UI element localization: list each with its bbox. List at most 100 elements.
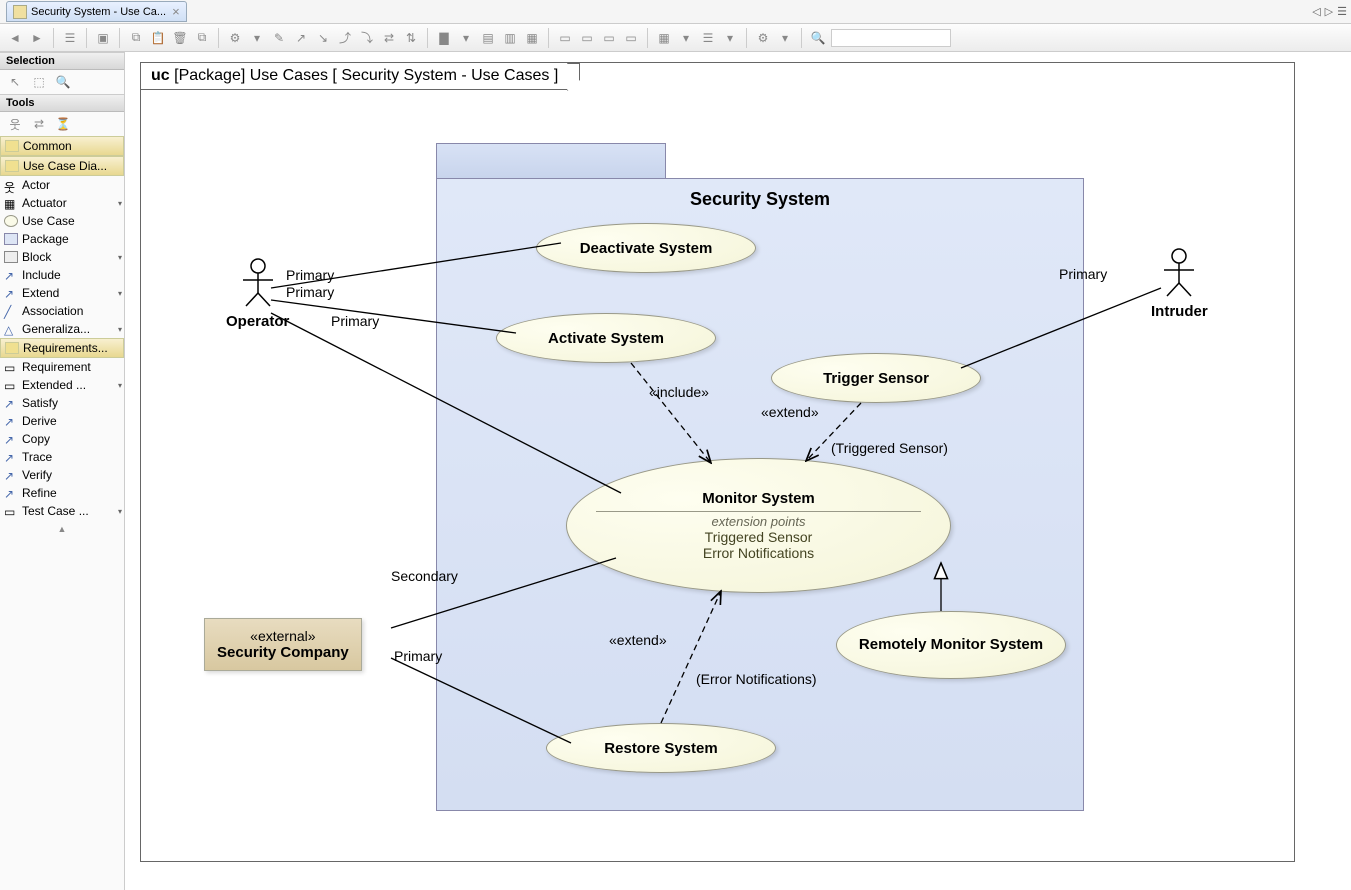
- label-extend: «extend»: [609, 632, 667, 648]
- palette-requirements-header[interactable]: Requirements...: [0, 338, 124, 358]
- actor-tool-icon[interactable]: 웃: [6, 115, 24, 133]
- palette-include[interactable]: ↗Include: [0, 266, 124, 284]
- tool7-icon[interactable]: ⇅: [402, 29, 420, 47]
- toolbar: ◄ ► ☰ ▣ ⧉ 📋 🗑 ⧉ ⚙ ▾ ✎ ↗ ↘ ⤴ ⤵ ⇄ ⇅ ▇ ▾ ▤ …: [0, 24, 1351, 52]
- nav-left-icon[interactable]: ◁: [1312, 5, 1320, 18]
- usecase-remotely[interactable]: Remotely Monitor System: [836, 611, 1066, 679]
- usecase-restore[interactable]: Restore System: [546, 723, 776, 773]
- palette-diagram-header[interactable]: Use Case Dia...: [0, 156, 124, 176]
- tool1-icon[interactable]: ✎: [270, 29, 288, 47]
- fill-icon[interactable]: ▇: [435, 29, 453, 47]
- chevron-down-icon[interactable]: ▾: [248, 29, 266, 47]
- palette-derive[interactable]: ↗Derive: [0, 412, 124, 430]
- tool3-icon[interactable]: ↘: [314, 29, 332, 47]
- palette-verify[interactable]: ↗Verify: [0, 466, 124, 484]
- palette-usecase[interactable]: Use Case: [0, 212, 124, 230]
- paste-icon[interactable]: 📋: [149, 29, 167, 47]
- frame-header: uc [Package] Use Cases [ Security System…: [140, 62, 568, 90]
- palette-selection-header[interactable]: Selection: [0, 52, 124, 70]
- diagram-frame: uc [Package] Use Cases [ Security System…: [140, 62, 1295, 862]
- layout-icon[interactable]: ⚙: [226, 29, 244, 47]
- link-tool-icon[interactable]: ⇄: [30, 115, 48, 133]
- diagram-canvas[interactable]: uc [Package] Use Cases [ Security System…: [125, 52, 1351, 890]
- editor-tab[interactable]: Security System - Use Ca... ×: [6, 1, 187, 22]
- palette-common-header[interactable]: Common: [0, 136, 124, 156]
- chevron-down-icon[interactable]: ▾: [776, 29, 794, 47]
- palette-block[interactable]: Block▾: [0, 248, 124, 266]
- tab-title: Security System - Use Ca...: [31, 6, 166, 18]
- actor-security-company[interactable]: «external» Security Company: [204, 618, 362, 671]
- usecase-deactivate[interactable]: Deactivate System: [536, 223, 756, 273]
- palette-association[interactable]: ╱Association: [0, 302, 124, 320]
- forward-icon[interactable]: ►: [28, 29, 46, 47]
- actor-icon: [1159, 248, 1199, 298]
- time-tool-icon[interactable]: ⏳: [54, 115, 72, 133]
- label-primary: Primary: [394, 648, 442, 664]
- search-icon[interactable]: 🔍: [809, 29, 827, 47]
- filter-icon[interactable]: ▣: [94, 29, 112, 47]
- align2-icon[interactable]: ▭: [578, 29, 596, 47]
- tool4-icon[interactable]: ⤴: [336, 29, 354, 47]
- palette-tools-header[interactable]: Tools: [0, 94, 124, 112]
- palette-copy[interactable]: ↗Copy: [0, 430, 124, 448]
- palette-generalization[interactable]: △Generaliza...▾: [0, 320, 124, 338]
- zoom-icon[interactable]: 🔍: [54, 73, 72, 91]
- palette-extend[interactable]: ↗Extend▾: [0, 284, 124, 302]
- usecase-trigger[interactable]: Trigger Sensor: [771, 353, 981, 403]
- label-primary: Primary: [331, 313, 379, 329]
- label-triggered-sensor: (Triggered Sensor): [831, 440, 948, 456]
- align4-icon[interactable]: ▭: [622, 29, 640, 47]
- stack3-icon[interactable]: ▦: [523, 29, 541, 47]
- palette-testcase[interactable]: ▭Test Case ...▾: [0, 502, 124, 520]
- palette-actuator[interactable]: ▦Actuator▾: [0, 194, 124, 212]
- actor-icon: [238, 258, 278, 308]
- label-secondary: Secondary: [391, 568, 458, 584]
- tool6-icon[interactable]: ⇄: [380, 29, 398, 47]
- palette-package[interactable]: Package: [0, 230, 124, 248]
- palette-collapse-icon[interactable]: ▲: [0, 520, 124, 538]
- search-input[interactable]: [831, 29, 951, 47]
- palette-trace[interactable]: ↗Trace: [0, 448, 124, 466]
- nav-list-icon[interactable]: ☰: [1337, 5, 1347, 18]
- usecase-activate[interactable]: Activate System: [496, 313, 716, 363]
- chevron-down-icon[interactable]: ▾: [457, 29, 475, 47]
- label-error-notif: (Error Notifications): [696, 671, 817, 687]
- delete-icon[interactable]: 🗑: [171, 29, 189, 47]
- tab-bar: Security System - Use Ca... × ◁ ▷ ☰: [0, 0, 1351, 24]
- label-primary: Primary: [1059, 266, 1107, 282]
- tab-nav: ◁ ▷ ☰: [1312, 5, 1347, 18]
- palette-requirement[interactable]: ▭Requirement: [0, 358, 124, 376]
- duplicate-icon[interactable]: ⧉: [193, 29, 211, 47]
- palette-refine[interactable]: ↗Refine: [0, 484, 124, 502]
- pointer-icon[interactable]: ↖: [6, 73, 24, 91]
- tree-icon[interactable]: ☰: [61, 29, 79, 47]
- stack1-icon[interactable]: ▤: [479, 29, 497, 47]
- actor-intruder[interactable]: Intruder: [1151, 248, 1208, 320]
- back-icon[interactable]: ◄: [6, 29, 24, 47]
- package-title: Security System: [437, 189, 1083, 210]
- marquee-icon[interactable]: ⬚: [30, 73, 48, 91]
- usecase-monitor[interactable]: Monitor System extension points Triggere…: [566, 458, 951, 593]
- palette-extended[interactable]: ▭Extended ...▾: [0, 376, 124, 394]
- chevron-down-icon[interactable]: ▾: [677, 29, 695, 47]
- label-extend: «extend»: [761, 404, 819, 420]
- palette-satisfy[interactable]: ↗Satisfy: [0, 394, 124, 412]
- copy-icon[interactable]: ⧉: [127, 29, 145, 47]
- tool2-icon[interactable]: ↗: [292, 29, 310, 47]
- grid-icon[interactable]: ▦: [655, 29, 673, 47]
- tool5-icon[interactable]: ⤵: [358, 29, 376, 47]
- diagram-icon: [13, 5, 27, 19]
- gear-icon[interactable]: ⚙: [754, 29, 772, 47]
- stack2-icon[interactable]: ▥: [501, 29, 519, 47]
- palette-actor[interactable]: 웃Actor: [0, 176, 124, 194]
- palette: Selection ↖ ⬚ 🔍 Tools 웃 ⇄ ⏳ Common Use C…: [0, 52, 125, 890]
- label-include: «include»: [649, 384, 709, 400]
- label-primary: Primary: [286, 284, 334, 300]
- nav-right-icon[interactable]: ▷: [1325, 5, 1333, 18]
- chevron-down-icon[interactable]: ▾: [721, 29, 739, 47]
- align1-icon[interactable]: ▭: [556, 29, 574, 47]
- list-icon[interactable]: ☰: [699, 29, 717, 47]
- close-icon[interactable]: ×: [172, 4, 180, 19]
- align3-icon[interactable]: ▭: [600, 29, 618, 47]
- actor-operator[interactable]: Operator: [226, 258, 289, 330]
